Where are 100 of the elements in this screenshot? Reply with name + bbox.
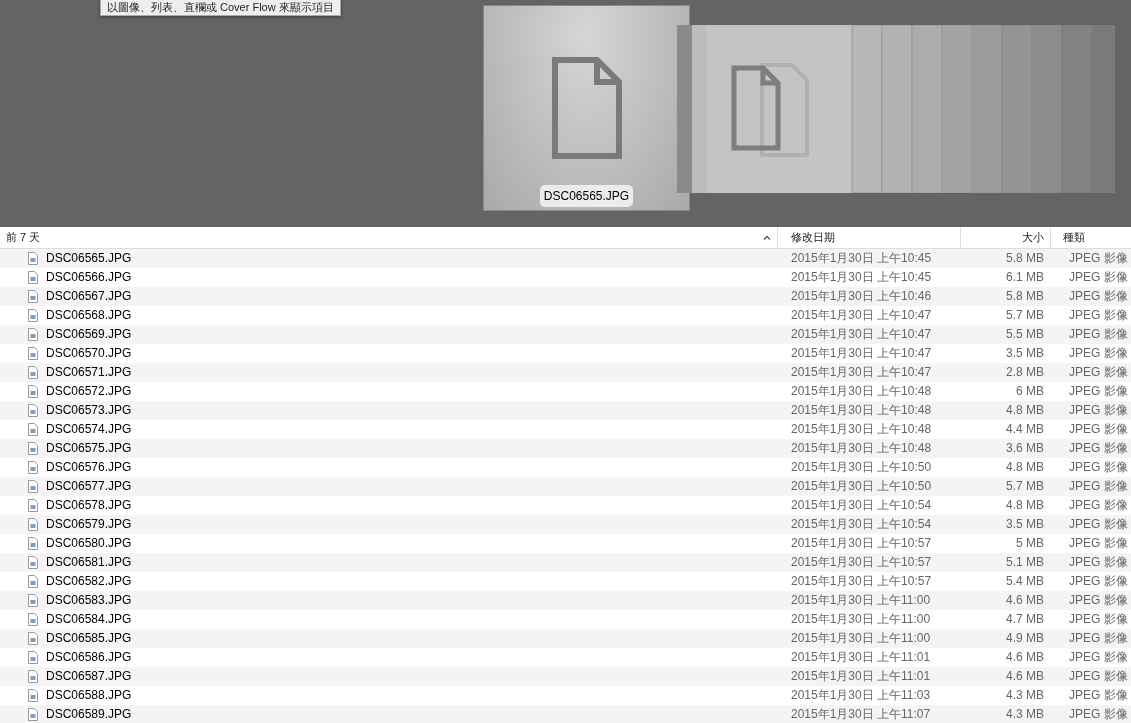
file-row[interactable]: DSC06575.JPG 2015年1月30日 上午10:48 3.6 MB JPEG 影像: [0, 439, 1131, 458]
file-size: 4.3 MB: [1005, 687, 1045, 704]
modified-date: 2015年1月30日 上午10:48: [790, 402, 933, 419]
modified-date: 2015年1月30日 上午11:07: [790, 706, 932, 723]
file-row[interactable]: DSC06580.JPG 2015年1月30日 上午10:57 5 MB JPEG 影像: [0, 534, 1131, 553]
modified-date: 2015年1月30日 上午10:47: [790, 345, 933, 362]
file-kind: JPEG 影像: [1068, 573, 1128, 590]
file-size: 4.8 MB: [1005, 497, 1045, 514]
file-kind: JPEG 影像: [1068, 611, 1128, 628]
modified-date: 2015年1月30日 上午10:45: [790, 250, 933, 267]
image-file-icon: [28, 290, 38, 303]
image-file-icon: [28, 347, 38, 360]
file-size: 3.6 MB: [1005, 440, 1045, 457]
file-kind: JPEG 影像: [1068, 364, 1128, 381]
file-kind: JPEG 影像: [1068, 288, 1128, 305]
image-file-icon: [28, 651, 38, 664]
file-kind: JPEG 影像: [1068, 592, 1128, 609]
file-row[interactable]: DSC06566.JPG 2015年1月30日 上午10:45 6.1 MB JPEG 影像: [0, 268, 1131, 287]
file-kind: JPEG 影像: [1068, 706, 1128, 723]
file-row[interactable]: DSC06587.JPG 2015年1月30日 上午11:01 4.6 MB JPEG 影像: [0, 667, 1131, 686]
modified-date: 2015年1月30日 上午11:00: [790, 630, 932, 647]
file-kind: JPEG 影像: [1068, 383, 1128, 400]
file-size: 5.7 MB: [1005, 307, 1045, 324]
file-name: DSC06588.JPG: [46, 687, 132, 704]
file-size: 4.9 MB: [1005, 630, 1045, 647]
modified-date: 2015年1月30日 上午10:47: [790, 364, 933, 381]
file-kind: JPEG 影像: [1068, 345, 1128, 362]
file-size: 5.5 MB: [1005, 326, 1045, 343]
file-row[interactable]: DSC06586.JPG 2015年1月30日 上午11:01 4.6 MB JPEG 影像: [0, 648, 1131, 667]
file-row[interactable]: DSC06571.JPG 2015年1月30日 上午10:47 2.8 MB JPEG 影像: [0, 363, 1131, 382]
image-file-icon: [28, 404, 38, 417]
tooltip: 以圖像、列表、直欄或 Cover Flow 來顯示項目: [100, 0, 341, 16]
image-file-icon: [28, 309, 38, 322]
file-row[interactable]: DSC06577.JPG 2015年1月30日 上午10:50 5.7 MB JPEG 影像: [0, 477, 1131, 496]
file-row[interactable]: DSC06574.JPG 2015年1月30日 上午10:48 4.4 MB JPEG 影像: [0, 420, 1131, 439]
image-file-icon: [28, 708, 38, 721]
file-size: 5 MB: [1015, 535, 1045, 552]
file-name: DSC06581.JPG: [46, 554, 132, 571]
file-name: DSC06582.JPG: [46, 573, 132, 590]
file-row[interactable]: DSC06585.JPG 2015年1月30日 上午11:00 4.9 MB JPEG 影像: [0, 629, 1131, 648]
file-size: 2.8 MB: [1005, 364, 1045, 381]
file-name: DSC06566.JPG: [46, 269, 132, 286]
file-kind: JPEG 影像: [1068, 307, 1128, 324]
file-name: DSC06570.JPG: [46, 345, 132, 362]
file-size: 6 MB: [1015, 383, 1045, 400]
image-file-icon: [28, 689, 38, 702]
file-size: 4.8 MB: [1005, 402, 1045, 419]
sort-caret-icon[interactable]: [763, 235, 771, 240]
file-kind: JPEG 影像: [1068, 516, 1128, 533]
file-row[interactable]: DSC06573.JPG 2015年1月30日 上午10:48 4.8 MB JPEG 影像: [0, 401, 1131, 420]
file-size: 4.6 MB: [1005, 649, 1045, 666]
file-name: DSC06580.JPG: [46, 535, 132, 552]
file-size: 5.4 MB: [1005, 573, 1045, 590]
file-name: DSC06565.JPG: [46, 250, 132, 267]
image-file-icon: [28, 366, 38, 379]
image-file-icon: [28, 499, 38, 512]
column-header[interactable]: 修改日期: [778, 227, 961, 248]
image-file-icon: [28, 613, 38, 626]
modified-date: 2015年1月30日 上午10:46: [790, 288, 933, 305]
file-row[interactable]: DSC06579.JPG 2015年1月30日 上午10:54 3.5 MB JPEG 影像: [0, 515, 1131, 534]
modified-date: 2015年1月30日 上午11:00: [790, 611, 932, 628]
file-name: DSC06567.JPG: [46, 288, 132, 305]
file-size: 5.1 MB: [1005, 554, 1045, 571]
column-header[interactable]: 大小: [961, 227, 1051, 248]
modified-date: 2015年1月30日 上午10:47: [790, 326, 933, 343]
modified-date: 2015年1月30日 上午10:48: [790, 440, 933, 457]
selected-cover[interactable]: DSC06565.JPG: [483, 5, 690, 211]
file-name: DSC06573.JPG: [46, 402, 132, 419]
file-row[interactable]: DSC06583.JPG 2015年1月30日 上午11:00 4.6 MB JPEG 影像: [0, 591, 1131, 610]
file-name: DSC06589.JPG: [46, 706, 132, 723]
file-row[interactable]: DSC06565.JPG 2015年1月30日 上午10:45 5.8 MB JPEG 影像: [0, 249, 1131, 268]
modified-date: 2015年1月30日 上午10:48: [790, 383, 933, 400]
file-kind: JPEG 影像: [1068, 668, 1128, 685]
file-kind: JPEG 影像: [1068, 630, 1128, 647]
image-file-icon: [28, 423, 38, 436]
file-kind: JPEG 影像: [1068, 326, 1128, 343]
modified-date: 2015年1月30日 上午10:57: [790, 535, 933, 552]
file-row[interactable]: DSC06582.JPG 2015年1月30日 上午10:57 5.4 MB JPEG 影像: [0, 572, 1131, 591]
file-row[interactable]: DSC06567.JPG 2015年1月30日 上午10:46 5.8 MB JPEG 影像: [0, 287, 1131, 306]
file-name: DSC06575.JPG: [46, 440, 132, 457]
modified-date: 2015年1月30日 上午10:45: [790, 269, 933, 286]
modified-date: 2015年1月30日 上午10:50: [790, 459, 933, 476]
file-kind: JPEG 影像: [1068, 421, 1128, 438]
file-name: DSC06585.JPG: [46, 630, 132, 647]
file-row[interactable]: DSC06589.JPG 2015年1月30日 上午11:07 4.3 MB JPEG 影像: [0, 705, 1131, 723]
file-row[interactable]: DSC06584.JPG 2015年1月30日 上午11:00 4.7 MB JPEG 影像: [0, 610, 1131, 629]
file-row[interactable]: DSC06572.JPG 2015年1月30日 上午10:48 6 MB JPEG 影像: [0, 382, 1131, 401]
file-row[interactable]: DSC06578.JPG 2015年1月30日 上午10:54 4.8 MB JPEG 影像: [0, 496, 1131, 515]
file-name: DSC06583.JPG: [46, 592, 132, 609]
file-size: 4.7 MB: [1005, 611, 1045, 628]
file-row[interactable]: DSC06569.JPG 2015年1月30日 上午10:47 5.5 MB JPEG 影像: [0, 325, 1131, 344]
file-row[interactable]: DSC06570.JPG 2015年1月30日 上午10:47 3.5 MB JPEG 影像: [0, 344, 1131, 363]
file-row[interactable]: DSC06581.JPG 2015年1月30日 上午10:57 5.1 MB JPEG 影像: [0, 553, 1131, 572]
image-file-icon: [28, 575, 38, 588]
file-kind: JPEG 影像: [1068, 440, 1128, 457]
file-row[interactable]: DSC06568.JPG 2015年1月30日 上午10:47 5.7 MB JPEG 影像: [0, 306, 1131, 325]
column-header[interactable]: 種類: [1051, 227, 1131, 248]
file-row[interactable]: DSC06588.JPG 2015年1月30日 上午11:03 4.3 MB JPEG 影像: [0, 686, 1131, 705]
file-row[interactable]: DSC06576.JPG 2015年1月30日 上午10:50 4.8 MB JPEG 影像: [0, 458, 1131, 477]
image-file-icon: [28, 442, 38, 455]
